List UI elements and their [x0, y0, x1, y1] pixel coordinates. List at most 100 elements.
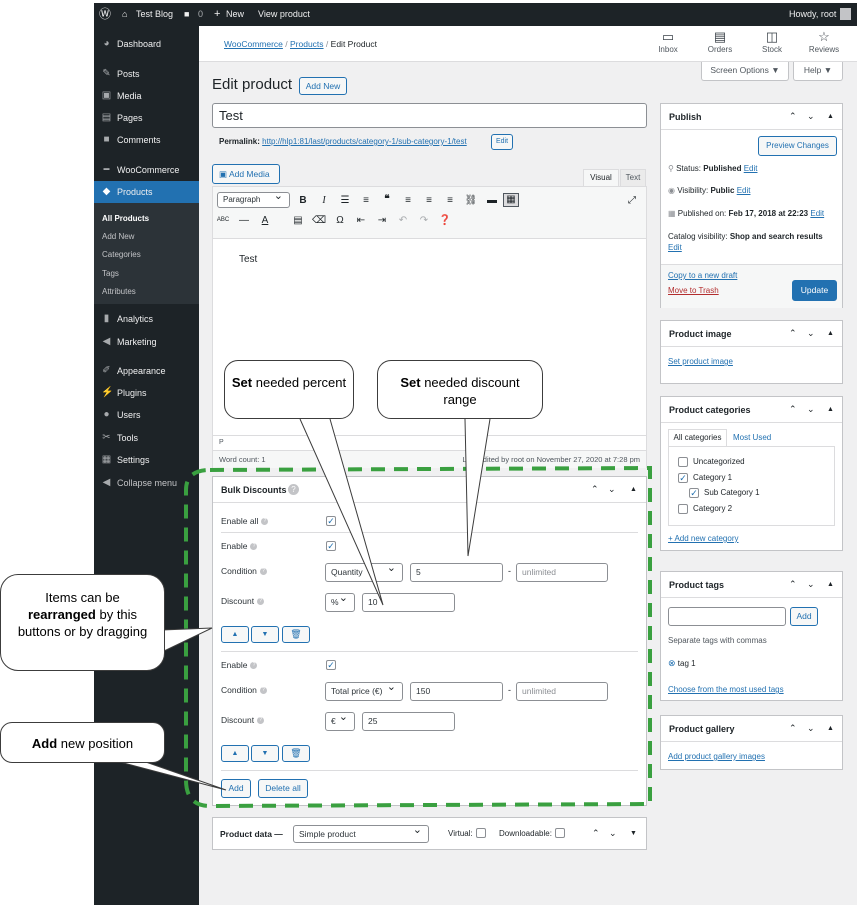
view-product-link[interactable]: View product: [258, 3, 310, 26]
move-up-icon[interactable]: ⌃: [591, 484, 599, 495]
toggle-panel-icon[interactable]: ▲: [827, 330, 834, 337]
submenu-all-products[interactable]: All Products: [102, 211, 149, 227]
submenu-attributes[interactable]: Attributes: [102, 284, 136, 300]
sidebar-item-settings[interactable]: ▦ Settings: [94, 449, 199, 471]
move-down-icon[interactable]: ⌄: [609, 828, 617, 839]
submenu-add-new[interactable]: Add New: [102, 229, 134, 245]
rule1-discount-input[interactable]: 10: [362, 593, 455, 612]
enable-all-checkbox[interactable]: ✓: [326, 516, 336, 526]
toolbar-toggle-icon[interactable]: ▦: [503, 193, 519, 207]
toggle-panel-icon[interactable]: ▲: [827, 406, 834, 413]
sidebar-item-pages[interactable]: ▤ Pages: [94, 107, 199, 129]
fullscreen-icon[interactable]: ⤢: [625, 195, 639, 206]
move-up-icon[interactable]: ⌃: [789, 723, 797, 734]
move-down-icon[interactable]: ⌄: [807, 723, 815, 734]
move-up-icon[interactable]: ⌃: [789, 579, 797, 590]
outdent-icon[interactable]: ⇤: [354, 215, 368, 226]
submenu-categories[interactable]: Categories: [102, 247, 141, 263]
virtual-checkbox[interactable]: [476, 828, 486, 838]
rule1-condition-select[interactable]: Quantity: [325, 560, 403, 582]
move-down-icon[interactable]: ⌄: [807, 111, 815, 122]
quote-icon[interactable]: ❝: [380, 194, 394, 205]
move-up-icon[interactable]: ⌃: [592, 828, 600, 839]
indent-icon[interactable]: ⇥: [375, 215, 389, 226]
move-to-trash-link[interactable]: Move to Trash: [668, 286, 719, 295]
visibility-edit-link[interactable]: Edit: [737, 186, 751, 195]
paste-text-icon[interactable]: ▤: [291, 215, 305, 226]
rule1-from-input[interactable]: 5: [410, 563, 503, 582]
omega-icon[interactable]: Ω: [333, 215, 347, 226]
breadcrumb-products[interactable]: Products: [290, 39, 324, 49]
sidebar-item-products[interactable]: ◆ Products: [94, 181, 199, 203]
category-checkbox[interactable]: [678, 457, 688, 467]
sidebar-item-users[interactable]: ● Users: [94, 404, 199, 426]
sidebar-item-comments[interactable]: ■ Comments: [94, 129, 199, 151]
rule1-to-input[interactable]: unlimited: [516, 563, 608, 582]
sidebar-item-tools[interactable]: ✂ Tools: [94, 427, 199, 449]
rule2-from-input[interactable]: 150: [410, 682, 503, 701]
copy-draft-link[interactable]: Copy to a new draft: [668, 271, 737, 280]
clear-format-icon[interactable]: ⌫: [312, 215, 326, 226]
published-edit-link[interactable]: Edit: [810, 209, 824, 218]
italic-icon[interactable]: I: [317, 195, 331, 206]
tab-visual[interactable]: Visual: [583, 169, 619, 186]
move-up-button[interactable]: ▲: [221, 626, 249, 643]
align-center-icon[interactable]: ≡: [422, 195, 436, 206]
header-stock[interactable]: ◫ Stock: [752, 29, 792, 54]
sidebar-item-appearance[interactable]: ✐ Appearance: [94, 360, 199, 382]
add-new-button[interactable]: Add New: [299, 77, 347, 95]
rule2-condition-select[interactable]: Total price (€): [325, 682, 403, 701]
rule2-discount-type-select[interactable]: €: [325, 709, 355, 731]
move-up-icon[interactable]: ⌃: [789, 111, 797, 122]
header-inbox[interactable]: ▭ Inbox: [648, 29, 688, 54]
link-icon[interactable]: ⛓: [464, 195, 478, 206]
move-down-button[interactable]: ▼: [251, 626, 279, 643]
add-rule-button[interactable]: Add: [221, 779, 251, 798]
breadcrumb-woocommerce[interactable]: WooCommerce: [224, 39, 283, 49]
choose-tags-link[interactable]: Choose from the most used tags: [668, 685, 784, 694]
screen-options-button[interactable]: Screen Options ▼: [701, 62, 789, 81]
rule2-discount-input[interactable]: 25: [362, 712, 455, 731]
delete-all-button[interactable]: Delete all: [258, 779, 308, 798]
move-up-icon[interactable]: ⌃: [789, 328, 797, 339]
move-down-icon[interactable]: ⌄: [807, 579, 815, 590]
rule2-to-input[interactable]: unlimited: [516, 682, 608, 701]
text-color-icon[interactable]: A: [258, 215, 272, 226]
help-tip-icon[interactable]: ?: [288, 484, 299, 495]
rule2-enable-checkbox[interactable]: ✓: [326, 660, 336, 670]
sidebar-item-analytics[interactable]: ▮ Analytics: [94, 308, 199, 330]
header-reviews[interactable]: ☆ Reviews: [804, 29, 844, 54]
rule1-discount-type-select[interactable]: %: [325, 590, 355, 612]
undo-icon[interactable]: ↶: [396, 215, 410, 226]
align-right-icon[interactable]: ≡: [443, 195, 457, 206]
rule1-enable-checkbox[interactable]: ✓: [326, 541, 336, 551]
read-more-icon[interactable]: ▬: [485, 195, 499, 206]
toggle-panel-icon[interactable]: ▲: [827, 581, 834, 588]
strikethrough-icon[interactable]: ABC: [216, 217, 230, 223]
tab-all-categories[interactable]: All categories: [668, 429, 727, 446]
tab-most-used[interactable]: Most Used: [733, 433, 771, 442]
permalink-edit-button[interactable]: Edit: [491, 134, 513, 150]
editor-content[interactable]: Test: [239, 254, 257, 265]
site-name-link[interactable]: Test Blog: [136, 3, 173, 26]
help-icon[interactable]: ❓: [438, 215, 452, 226]
align-left-icon[interactable]: ≡: [401, 195, 415, 206]
sidebar-item-marketing[interactable]: ◀ Marketing: [94, 331, 199, 353]
sidebar-item-dashboard[interactable]: ◕ Dashboard: [94, 33, 199, 55]
move-up-button[interactable]: ▲: [221, 745, 249, 762]
product-title-input[interactable]: Test: [212, 103, 647, 128]
add-tag-button[interactable]: Add: [790, 607, 818, 626]
toggle-panel-icon[interactable]: ▼: [630, 830, 637, 837]
avatar[interactable]: [840, 8, 851, 20]
bold-icon[interactable]: B: [296, 195, 310, 206]
category-checkbox[interactable]: [678, 504, 688, 514]
sidebar-item-woocommerce[interactable]: ▬ WooCommerce: [94, 159, 199, 181]
sidebar-item-plugins[interactable]: ⚡ Plugins: [94, 382, 199, 404]
header-orders[interactable]: ▤ Orders: [700, 29, 740, 54]
new-link[interactable]: New: [226, 3, 244, 26]
move-down-icon[interactable]: ⌄: [608, 484, 616, 495]
update-button[interactable]: Update: [792, 280, 837, 301]
delete-rule-button[interactable]: 🗑: [282, 626, 310, 643]
sidebar-item-media[interactable]: ▣ Media: [94, 85, 199, 107]
set-product-image-link[interactable]: Set product image: [668, 357, 733, 366]
